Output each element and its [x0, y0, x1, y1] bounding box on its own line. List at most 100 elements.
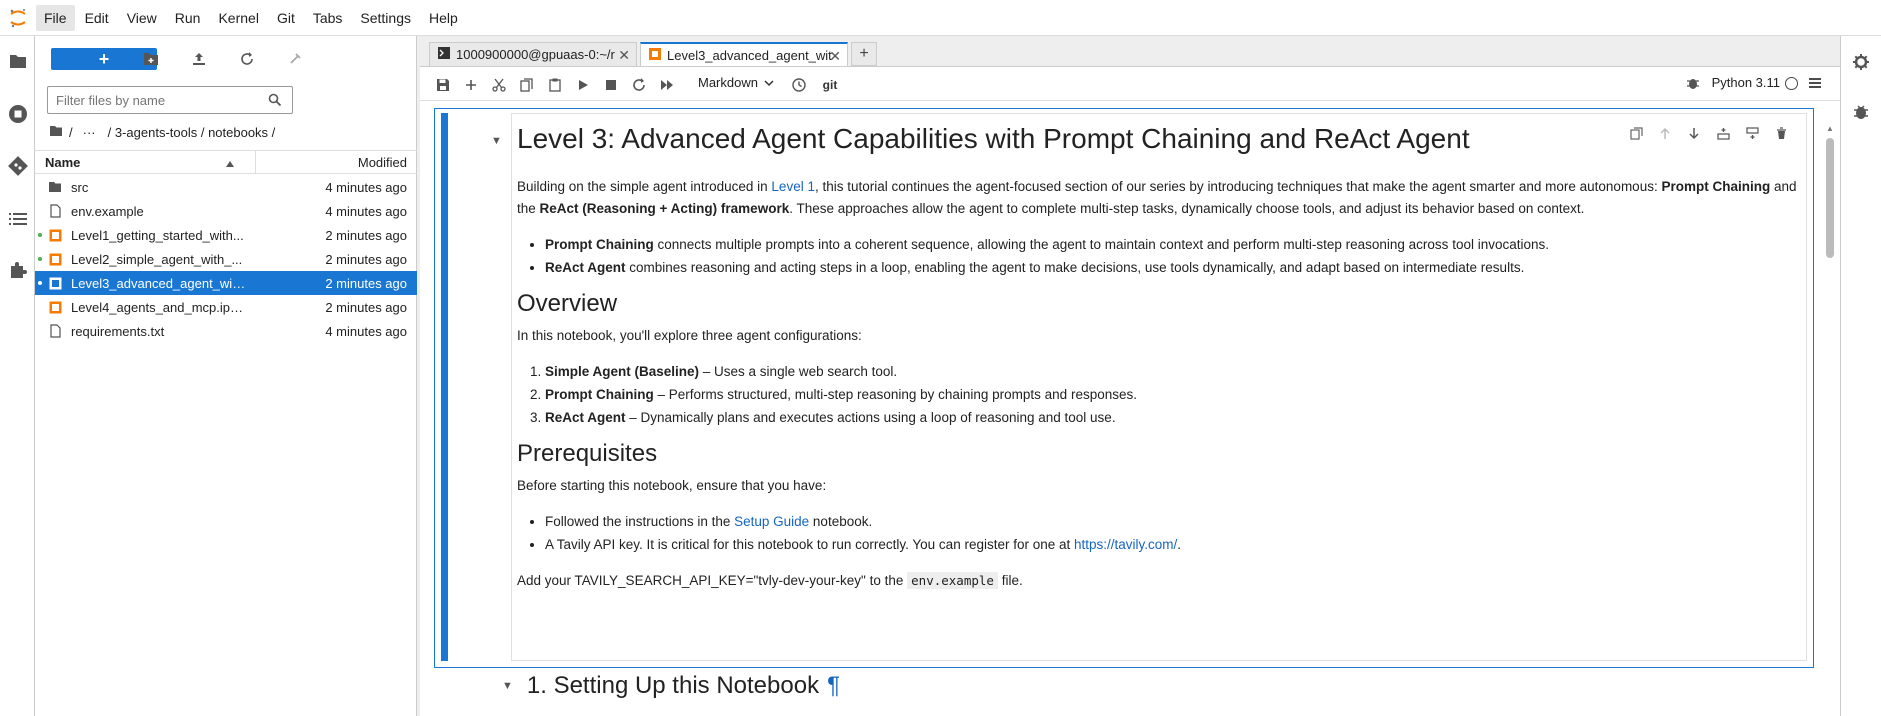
file-list-header: Name Modified — [35, 150, 417, 174]
file-name: env.example — [71, 204, 144, 219]
file-name: Level3_advanced_agent_wit... — [71, 276, 246, 291]
level1-link[interactable]: Level 1 — [771, 179, 815, 194]
file-modified: 4 minutes ago — [325, 180, 407, 195]
cut-icon[interactable] — [490, 76, 508, 94]
git-icon[interactable] — [6, 154, 30, 178]
close-icon[interactable]: ✕ — [618, 47, 630, 64]
menu-icon[interactable] — [1808, 76, 1822, 94]
overview-heading: Overview — [517, 290, 618, 317]
clock-icon[interactable] — [790, 76, 808, 94]
file-modified: 4 minutes ago — [325, 324, 407, 339]
column-divider[interactable] — [255, 151, 256, 173]
file-row-level1[interactable]: Level1_getting_started_with... 2 minutes… — [35, 223, 417, 247]
folder-icon[interactable] — [6, 49, 30, 73]
overview-paragraph: In this notebook, you'll explore three a… — [517, 328, 862, 343]
tab-level3-notebook[interactable]: Level3_advanced_agent_wit ✕ — [640, 42, 848, 66]
restart-icon[interactable] — [630, 76, 648, 94]
tab-terminal[interactable]: 1000900000@gpuaas-0:~/r ✕ — [429, 42, 637, 66]
list-item: Prompt Chaining – Performs structured, m… — [545, 384, 1797, 406]
menu-tabs[interactable]: Tabs — [305, 5, 351, 31]
table-of-contents-icon[interactable] — [6, 207, 30, 231]
left-activity-bar — [0, 36, 35, 716]
tab-bar: 1000900000@gpuaas-0:~/r ✕ Level3_advance… — [420, 36, 1840, 66]
setup-guide-link[interactable]: Setup Guide — [734, 514, 809, 529]
restart-run-all-icon[interactable] — [658, 76, 676, 94]
breadcrumb-ellipsis[interactable]: ··· — [83, 125, 96, 140]
anchor-link[interactable]: ¶ — [827, 672, 840, 700]
save-icon[interactable] — [434, 76, 452, 94]
bold-text: ReAct Agent — [545, 410, 626, 425]
intro-paragraph: Building on the simple agent introduced … — [517, 176, 1797, 220]
collapse-heading-icon[interactable]: ▼ — [491, 135, 502, 147]
breadcrumb-root[interactable]: / — [69, 125, 73, 140]
refresh-icon[interactable] — [237, 49, 257, 69]
scroll-up-icon[interactable]: ▲ — [1826, 124, 1834, 133]
file-row-requirements[interactable]: requirements.txt 4 minutes ago — [35, 319, 417, 343]
home-folder-icon[interactable] — [49, 125, 63, 140]
menu-kernel[interactable]: Kernel — [210, 5, 266, 31]
column-modified[interactable]: Modified — [358, 155, 407, 170]
list-item: Followed the instructions in the Setup G… — [545, 511, 1797, 533]
file-row-level4[interactable]: Level4_agents_and_mcp.ipynb 2 minutes ag… — [35, 295, 417, 319]
file-row-level2[interactable]: Level2_simple_agent_with_... 2 minutes a… — [35, 247, 417, 271]
folder-icon — [48, 180, 62, 194]
chevron-down-icon — [764, 75, 774, 90]
new-folder-icon[interactable] — [141, 49, 161, 69]
stop-icon[interactable] — [602, 76, 620, 94]
extensions-icon[interactable] — [6, 258, 30, 282]
section-heading: 1. Setting Up this Notebook — [526, 672, 820, 699]
menu-help[interactable]: Help — [421, 5, 466, 31]
terminal-icon — [438, 47, 450, 62]
prerequisites-paragraph: Before starting this notebook, ensure th… — [517, 478, 827, 493]
kernel-name[interactable]: Python 3.11 — [1712, 75, 1780, 90]
text: – Dynamically plans and executes actions… — [625, 410, 1116, 425]
bold-text: ReAct Agent — [545, 260, 626, 275]
cell-collapser-bar[interactable] — [441, 113, 448, 661]
menu-view[interactable]: View — [119, 5, 165, 31]
file-row-env-example[interactable]: env.example 4 minutes ago — [35, 199, 417, 223]
menu-edit[interactable]: Edit — [77, 5, 117, 31]
scrollbar[interactable]: ▲ — [1826, 124, 1834, 716]
breadcrumb-path[interactable]: / 3-agents-tools / notebooks / — [108, 125, 276, 140]
running-sessions-icon[interactable] — [6, 102, 30, 126]
scrollbar-thumb[interactable] — [1826, 138, 1834, 258]
menu-settings[interactable]: Settings — [352, 5, 419, 31]
run-icon[interactable] — [574, 76, 592, 94]
cell-rendered-markdown: Level 3: Advanced Agent Capabilities wit… — [511, 113, 1807, 661]
tavily-link[interactable]: https://tavily.com/ — [1074, 537, 1177, 552]
git-clone-icon[interactable] — [285, 49, 305, 69]
next-cell-heading[interactable]: ▼ 1. Setting Up this Notebook ¶ — [502, 672, 840, 700]
text: combines reasoning and acting steps in a… — [625, 260, 1525, 275]
add-tab-button[interactable]: + — [851, 42, 877, 66]
search-icon — [268, 93, 282, 112]
column-name[interactable]: Name — [45, 155, 80, 170]
kernel-status-icon — [1785, 77, 1798, 90]
debugger-icon[interactable] — [1686, 76, 1700, 95]
cell-type-dropdown[interactable]: Markdown — [698, 75, 774, 90]
menu-file[interactable]: File — [36, 4, 75, 31]
collapse-heading-icon[interactable]: ▼ — [502, 680, 513, 692]
menu-run[interactable]: Run — [167, 5, 209, 31]
filter-files-input[interactable] — [48, 87, 258, 113]
file-browser-toolbar: + — [35, 36, 417, 82]
debugger-icon[interactable] — [1849, 100, 1873, 124]
paste-icon[interactable] — [546, 76, 564, 94]
insert-cell-icon[interactable] — [462, 76, 480, 94]
list-item: ReAct Agent combines reasoning and actin… — [545, 257, 1797, 279]
file-icon — [48, 324, 62, 338]
file-name: Level1_getting_started_with... — [71, 228, 244, 243]
git-diff-button[interactable]: git — [818, 76, 842, 94]
menu-git[interactable]: Git — [269, 5, 303, 31]
upload-icon[interactable] — [189, 49, 209, 69]
property-inspector-icon[interactable] — [1849, 50, 1873, 74]
close-icon[interactable]: ✕ — [829, 48, 841, 65]
text: – Uses a single web search tool. — [699, 364, 898, 379]
file-row-src[interactable]: src 4 minutes ago — [35, 175, 417, 199]
copy-icon[interactable] — [518, 76, 536, 94]
text: – Performs structured, multi-step reason… — [653, 387, 1137, 402]
markdown-cell[interactable]: ▼ Level 3: Advanced Agent Capabilities w… — [434, 108, 1814, 668]
file-row-level3[interactable]: Level3_advanced_agent_wit... 2 minutes a… — [35, 271, 417, 295]
markdown-body: Level 3: Advanced Agent Capabilities wit… — [517, 114, 1797, 606]
sort-ascending-icon[interactable] — [225, 156, 235, 171]
cell-type-value: Markdown — [698, 75, 758, 90]
